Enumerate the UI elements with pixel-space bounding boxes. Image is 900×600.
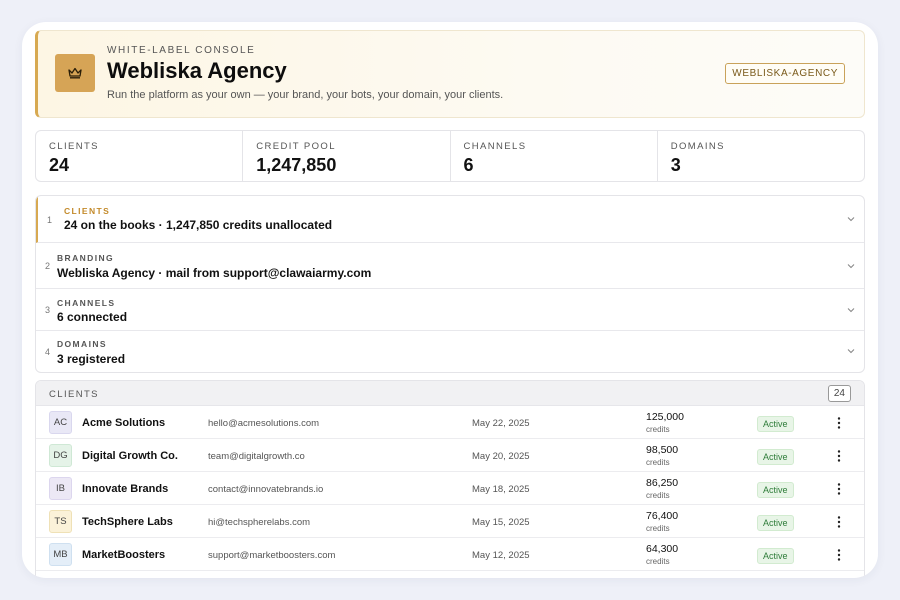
client-date: May 12, 2025	[472, 550, 530, 561]
sections-accordion: 1 CLIENTS 24 on the books · 1,247,850 cr…	[35, 195, 865, 373]
table-title: CLIENTS	[49, 389, 99, 400]
credits-unit-label: credits	[646, 524, 670, 533]
section-domains[interactable]: 4 DOMAINS 3 registered	[36, 331, 864, 372]
client-email: team@digitalgrowth.co	[208, 451, 305, 462]
more-vertical-icon[interactable]	[836, 515, 842, 529]
agency-slug-badge: WEBLISKA-AGENCY	[725, 63, 845, 84]
more-vertical-icon[interactable]	[836, 416, 842, 430]
stat-label: CREDIT POOL	[256, 141, 336, 152]
header-eyebrow: WHITE-LABEL CONSOLE	[107, 45, 256, 56]
more-vertical-icon[interactable]	[836, 449, 842, 463]
client-date: May 20, 2025	[472, 451, 530, 462]
client-name[interactable]: Digital Growth Co.	[82, 450, 178, 462]
stat-channels: CHANNELS 6	[451, 131, 658, 181]
client-email: hi@techspherelabs.com	[208, 517, 311, 528]
section-summary: 6 connected	[57, 310, 128, 324]
client-date: May 22, 2025	[472, 418, 530, 429]
section-label: CLIENTS	[64, 206, 111, 216]
console-header: WHITE-LABEL CONSOLE Webliska Agency Run …	[35, 30, 865, 118]
status-badge: Active	[757, 449, 794, 465]
status-badge: Active	[757, 548, 794, 564]
section-number: 1	[47, 215, 53, 225]
table-row[interactable]: IB Innovate Brands contact@innovatebrand…	[36, 472, 864, 505]
chevron-down-icon[interactable]	[846, 261, 856, 271]
stat-value: 24	[49, 155, 70, 175]
table-row[interactable]: MB MarketBoosters support@marketboosters…	[36, 538, 864, 571]
section-label: CHANNELS	[57, 298, 116, 308]
avatar: AC	[49, 411, 72, 434]
client-date: May 18, 2025	[472, 484, 530, 495]
section-summary: Webliska Agency · mail from support@claw…	[57, 266, 372, 280]
chevron-down-icon[interactable]	[846, 305, 856, 315]
status-badge: Active	[757, 482, 794, 498]
stat-label: CLIENTS	[49, 141, 99, 152]
page-title: Webliska Agency	[107, 58, 287, 83]
stat-label: CHANNELS	[463, 141, 527, 152]
stats-bar: CLIENTS 24 CREDIT POOL 1,247,850 CHANNEL…	[35, 130, 865, 182]
client-credits: 86,250	[646, 477, 679, 489]
table-row[interactable]: AC Acme Solutions hello@acmesolutions.co…	[36, 406, 864, 439]
avatar: TS	[49, 510, 72, 533]
status-badge: Active	[757, 515, 794, 531]
more-vertical-icon[interactable]	[836, 482, 842, 496]
client-email: contact@innovatebrands.io	[208, 484, 324, 495]
section-clients[interactable]: 1 CLIENTS 24 on the books · 1,247,850 cr…	[36, 196, 864, 243]
client-credits: 76,400	[646, 510, 679, 522]
table-row[interactable]: DG Digital Growth Co. team@digitalgrowth…	[36, 439, 864, 472]
clients-table: CLIENTS 24 AC Acme Solutions hello@acmes…	[35, 380, 865, 578]
credits-unit-label: credits	[646, 425, 670, 434]
stat-value: 6	[463, 155, 474, 175]
table-header: CLIENTS 24	[36, 381, 864, 406]
brand-logo	[55, 54, 95, 92]
status-badge: Active	[757, 416, 794, 432]
client-name[interactable]: TechSphere Labs	[82, 516, 173, 528]
client-date: May 15, 2025	[472, 517, 530, 528]
stat-domains: DOMAINS 3	[658, 131, 864, 181]
stat-label: DOMAINS	[670, 141, 725, 152]
credits-unit-label: credits	[646, 491, 670, 500]
client-name[interactable]: Acme Solutions	[82, 417, 165, 429]
section-number: 4	[45, 347, 51, 357]
crown-icon	[68, 67, 82, 79]
section-number: 2	[45, 261, 51, 271]
section-label: DOMAINS	[57, 339, 107, 349]
avatar: IB	[49, 477, 72, 500]
stat-credit-pool: CREDIT POOL 1,247,850	[243, 131, 451, 181]
stat-clients: CLIENTS 24	[36, 131, 244, 181]
client-count-badge: 24	[827, 385, 851, 402]
stat-value: 1,247,850	[256, 155, 337, 175]
chevron-down-icon[interactable]	[846, 214, 856, 224]
avatar: DG	[49, 444, 72, 467]
section-channels[interactable]: 3 CHANNELS 6 connected	[36, 289, 864, 331]
credits-unit-label: credits	[646, 458, 670, 467]
client-credits: 64,300	[646, 543, 679, 555]
client-credits: 98,500	[646, 444, 679, 456]
section-label: BRANDING	[57, 253, 115, 263]
client-email: hello@acmesolutions.com	[208, 418, 320, 429]
client-email: support@marketboosters.com	[208, 550, 336, 561]
stat-value: 3	[670, 155, 681, 175]
section-branding[interactable]: 2 BRANDING Webliska Agency · mail from s…	[36, 243, 864, 289]
avatar: MB	[49, 543, 72, 566]
client-name[interactable]: MarketBoosters	[82, 549, 165, 561]
app-window: WHITE-LABEL CONSOLE Webliska Agency Run …	[22, 22, 878, 578]
section-number: 3	[45, 305, 51, 315]
section-summary: 3 registered	[57, 352, 126, 366]
credits-unit-label: credits	[646, 557, 670, 566]
table-body: AC Acme Solutions hello@acmesolutions.co…	[36, 406, 864, 571]
console-content: WHITE-LABEL CONSOLE Webliska Agency Run …	[35, 30, 865, 578]
client-credits: 125,000	[646, 411, 684, 423]
table-row[interactable]: TS TechSphere Labs hi@techspherelabs.com…	[36, 505, 864, 538]
section-summary: 24 on the books · 1,247,850 credits unal…	[64, 218, 333, 232]
client-name[interactable]: Innovate Brands	[82, 483, 168, 495]
more-vertical-icon[interactable]	[836, 548, 842, 562]
page-subtitle: Run the platform as your own — your bran…	[107, 89, 504, 101]
chevron-down-icon[interactable]	[846, 346, 856, 356]
